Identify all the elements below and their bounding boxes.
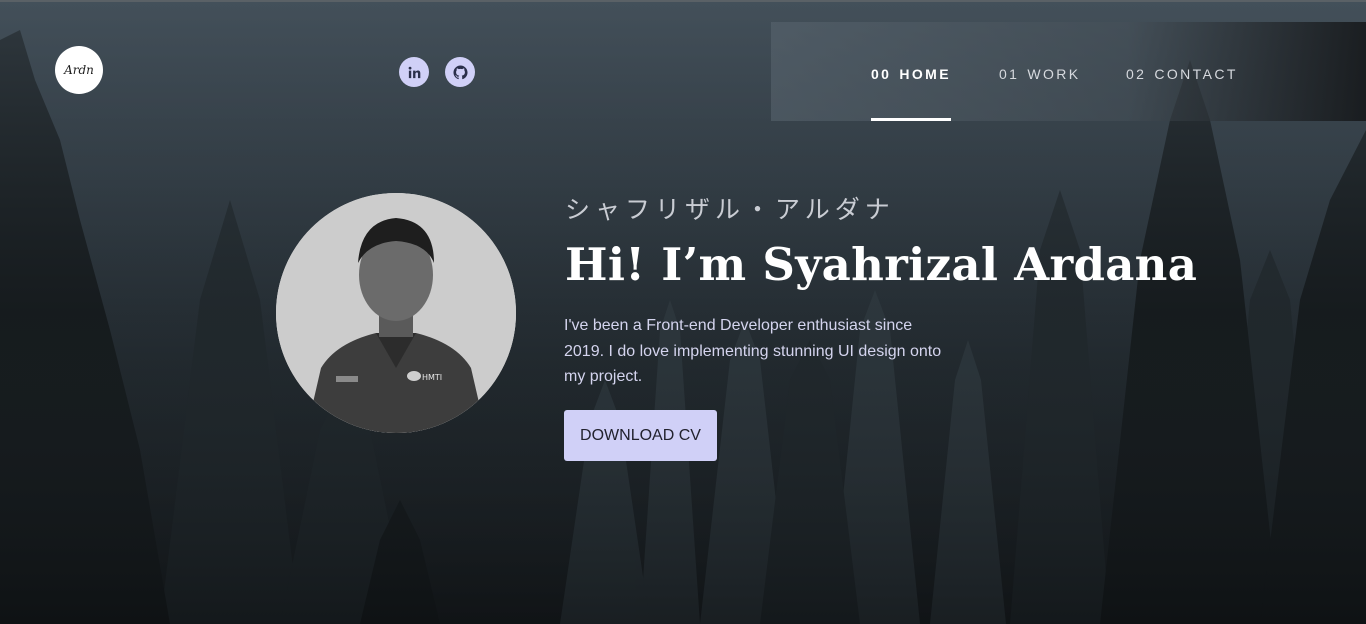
linkedin-button[interactable]	[399, 57, 429, 87]
linkedin-icon	[408, 66, 420, 78]
nav-label: WORK	[1027, 66, 1081, 82]
hero-headline: Hi! I’m Syahrizal Ardana	[565, 238, 1198, 291]
nav-label: CONTACT	[1154, 66, 1238, 82]
nav-number: 01	[999, 66, 1020, 82]
nav-item-home[interactable]: 00 HOME	[871, 66, 951, 82]
nav-number: 02	[1126, 66, 1147, 82]
nav-item-work[interactable]: 01 WORK	[999, 66, 1081, 82]
logo-text: Ardn	[64, 63, 94, 77]
logo[interactable]: Ardn	[55, 46, 103, 94]
profile-photo: HMTI	[276, 193, 516, 433]
download-cv-button[interactable]: DOWNLOAD CV	[564, 410, 717, 461]
github-icon	[452, 64, 468, 79]
japanese-name: シャフリザル・アルダナ	[565, 195, 895, 224]
main-navigation: 00 HOME 01 WORK 02 CONTACT	[771, 22, 1366, 121]
shirt-badge-text: HMTI	[422, 373, 442, 382]
nav-number: 00	[871, 66, 892, 82]
hero-bio: I've been a Front-end Developer enthusia…	[564, 317, 942, 385]
nav-item-contact[interactable]: 02 CONTACT	[1126, 66, 1238, 82]
github-button[interactable]	[445, 57, 475, 87]
nav-label: HOME	[899, 66, 951, 82]
active-nav-indicator	[871, 118, 951, 121]
